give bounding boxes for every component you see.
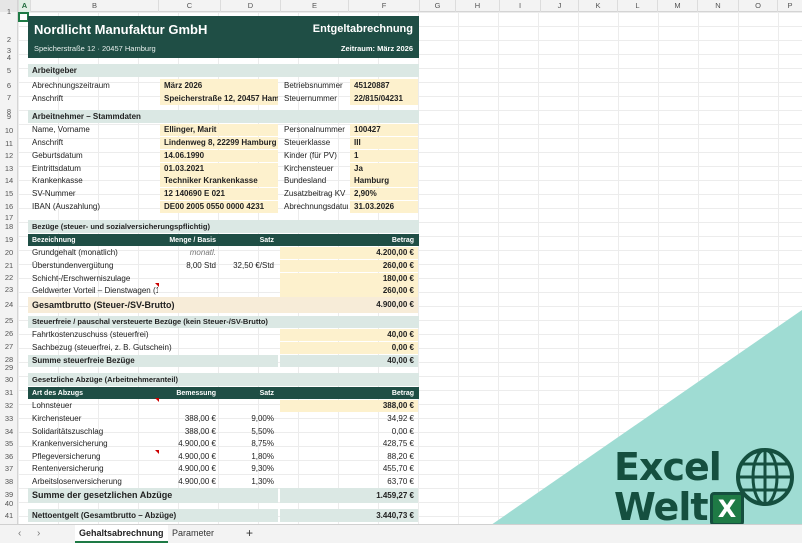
tab-parameter[interactable]: Parameter <box>172 525 214 543</box>
add-sheet-button[interactable]: + <box>246 525 253 543</box>
excel-x-badge: X <box>710 492 744 526</box>
prev-sheet-arrow[interactable]: ‹ <box>18 525 21 543</box>
excel-welt-logo: Excel Welt X <box>614 448 800 532</box>
excel-x-letter: X <box>717 495 737 523</box>
next-sheet-arrow[interactable]: › <box>37 525 40 543</box>
spreadsheet-window: ABCDEFGHIJKLMNOP 1 2 3 4 5 6 7 8 9 10 11 12 13 14 15 16… <box>0 0 802 543</box>
logo-text-excel: Excel <box>614 445 722 489</box>
tab-gehaltsabrechnung[interactable]: Gehaltsabrechnung <box>75 525 168 543</box>
sheet-tab-bar: ‹ › Gehaltsabrechnung Parameter + <box>0 524 802 543</box>
logo-text-welt: Welt <box>614 485 709 529</box>
